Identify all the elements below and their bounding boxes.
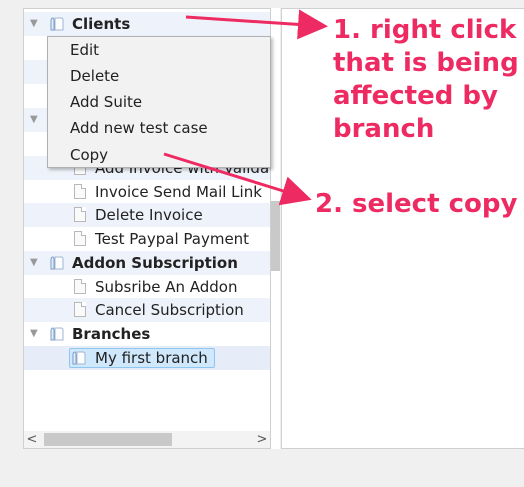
arrow-to-clients (185, 9, 328, 40)
annotation-line: affected by (333, 81, 498, 111)
annotation-step2: 2. select copy (315, 189, 518, 219)
arrow-to-copy (163, 152, 312, 206)
annotation-line: that is being (333, 48, 519, 78)
annotation-line: branch (333, 114, 435, 144)
annotation-line: 1. right click (333, 15, 517, 45)
annotation-step1: 1. right click that is being affected by… (333, 14, 519, 146)
